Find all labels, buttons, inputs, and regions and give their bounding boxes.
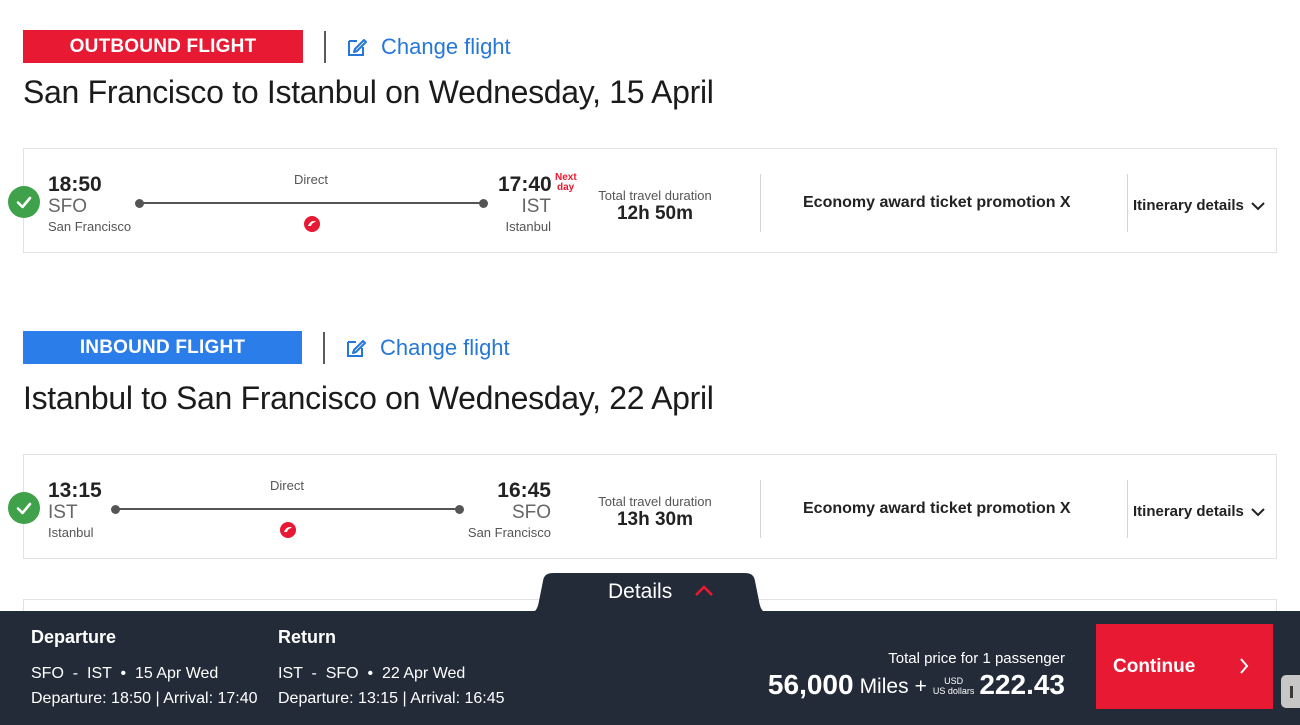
departure-city: Istanbul	[48, 525, 94, 540]
plus-sign: +	[914, 675, 927, 698]
arrival-airport-code: SFO	[511, 502, 551, 523]
booking-summary-bar: Departure SFO - IST • 15 Apr Wed Departu…	[0, 611, 1300, 725]
itinerary-details-toggle[interactable]: Itinerary details	[1133, 197, 1265, 214]
return-times-summary: Departure: 13:15 | Arrival: 16:45	[278, 690, 505, 707]
travel-duration: 12h 50m	[616, 203, 694, 224]
next-day-badge: Next day	[555, 173, 577, 193]
currency-label: USD US dollars	[933, 676, 975, 696]
departure-times-summary: Departure: 18:50 | Arrival: 17:40	[31, 690, 258, 707]
card-divider	[760, 480, 761, 538]
itinerary-details-label: Itinerary details	[1133, 503, 1244, 520]
fare-type: Economy award ticket promotion X	[803, 194, 1071, 211]
duration-label: Total travel duration	[598, 494, 712, 509]
continue-button[interactable]: Continue	[1096, 624, 1273, 709]
stop-info: Direct	[270, 478, 304, 493]
header-divider	[323, 331, 325, 364]
airline-logo-icon	[280, 522, 296, 538]
card-divider	[1127, 174, 1128, 232]
outbound-flight-tag: OUTBOUND FLIGHT	[23, 30, 303, 63]
itinerary-details-label: Itinerary details	[1133, 197, 1244, 214]
chevron-down-icon	[1251, 201, 1265, 210]
departure-time: 18:50	[48, 173, 102, 196]
header-divider	[324, 30, 326, 63]
side-panel-handle[interactable]	[1281, 675, 1300, 708]
change-flight-label: Change flight	[381, 33, 511, 59]
arrival-airport-code: IST	[521, 196, 551, 217]
outbound-flight-card: 18:50 SFO San Francisco Direct 17:40 Nex…	[8, 148, 1277, 253]
cash-amount: 222.43	[979, 669, 1065, 700]
chevron-right-icon	[1240, 658, 1249, 674]
check-icon	[8, 492, 40, 524]
currency-code: USD	[944, 676, 964, 686]
continue-label: Continue	[1113, 655, 1196, 677]
details-label: Details	[608, 580, 673, 603]
outbound-change-flight-link[interactable]: Change flight	[346, 34, 511, 60]
departure-route-summary: SFO - IST • 15 Apr Wed	[31, 665, 219, 682]
details-toggle-tab[interactable]: Details	[530, 573, 768, 613]
inbound-header: INBOUND FLIGHT Change flight	[23, 331, 510, 364]
departure-city: San Francisco	[48, 219, 132, 234]
inbound-flight-tag: INBOUND FLIGHT	[23, 331, 302, 364]
outbound-route-title: San Francisco to Istanbul on Wednesday, …	[23, 74, 714, 110]
duration-label: Total travel duration	[598, 188, 712, 203]
arrival-city: San Francisco	[467, 525, 551, 540]
card-divider	[1127, 480, 1128, 538]
inbound-flight-card: 13:15 IST Istanbul Direct 16:45 SFO San …	[8, 454, 1277, 559]
check-icon	[8, 186, 40, 218]
arrival-time: 17:40	[498, 173, 552, 196]
airline-logo-icon	[304, 216, 320, 232]
return-route-summary: IST - SFO • 22 Apr Wed	[278, 665, 466, 682]
stop-info: Direct	[294, 172, 328, 187]
edit-icon	[347, 339, 366, 357]
currency-name: US dollars	[932, 686, 975, 696]
fare-type: Economy award ticket promotion X	[803, 500, 1071, 517]
arrival-city: Istanbul	[505, 219, 551, 234]
outbound-header: OUTBOUND FLIGHT Change flight	[23, 30, 511, 63]
chevron-up-icon	[695, 585, 713, 596]
total-price: 56,000 Miles + USD US dollars 222.43	[768, 669, 1065, 701]
route-line	[116, 508, 458, 510]
return-heading: Return	[278, 627, 336, 647]
miles-amount: 56,000	[767, 669, 854, 700]
miles-unit: Miles	[859, 675, 909, 698]
travel-duration: 13h 30m	[616, 509, 694, 530]
itinerary-details-toggle[interactable]: Itinerary details	[1133, 503, 1265, 520]
departure-airport-code: SFO	[48, 196, 88, 217]
edit-icon	[348, 38, 367, 56]
inbound-change-flight-link[interactable]: Change flight	[345, 335, 510, 361]
card-divider	[760, 174, 761, 232]
arrival-time: 16:45	[497, 479, 551, 502]
total-price-label: Total price for 1 passenger	[888, 650, 1065, 667]
inbound-route-title: Istanbul to San Francisco on Wednesday, …	[23, 380, 714, 416]
chevron-down-icon	[1251, 507, 1265, 516]
departure-time: 13:15	[48, 479, 102, 502]
next-day-line2: day	[557, 182, 575, 193]
departure-airport-code: IST	[48, 502, 78, 523]
departure-heading: Departure	[31, 627, 117, 647]
change-flight-label: Change flight	[380, 334, 510, 360]
route-line	[140, 202, 482, 204]
